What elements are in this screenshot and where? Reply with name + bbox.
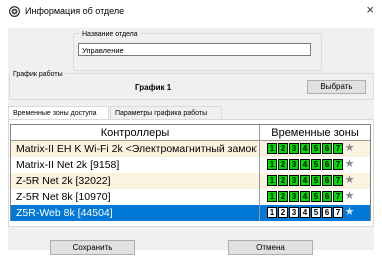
column-header-time-zones[interactable]: Временные зоны [259,125,370,141]
time-zone-2[interactable]: 2 [278,175,288,186]
column-header-controllers[interactable]: Контроллеры [11,125,259,141]
time-zone-6[interactable]: 6 [322,175,332,186]
controller-name: Z5R-Web 8k [44504] [16,207,113,219]
cell-divider [259,189,260,205]
time-zone-1[interactable]: 1 [267,191,277,202]
time-zone-2[interactable]: 2 [278,207,288,218]
controller-name: Z-5R Net 8k [10970] [16,191,111,203]
star-icon[interactable]: ★ [344,207,355,219]
time-zone-3[interactable]: 3 [289,175,299,186]
table-row[interactable]: Matrix-II EH K Wi-Fi 2k <Электромагнитны… [11,141,370,157]
controller-name: Matrix-II Net 2k [9158] [16,159,120,171]
time-zone-set: 1 2 3 4 5 6 7 ★ [267,207,355,219]
time-zone-2[interactable]: 2 [278,143,288,154]
time-zone-1[interactable]: 1 [267,207,277,218]
time-zone-4[interactable]: 4 [300,159,310,170]
star-icon[interactable]: ★ [344,143,355,155]
department-label: Название отдела [80,31,140,38]
time-zone-set: 1 2 3 4 5 6 7 ★ [267,143,355,155]
time-zone-7[interactable]: 7 [333,207,343,218]
time-zone-4[interactable]: 4 [300,207,310,218]
schedule-name: График 1 [135,83,172,92]
time-zone-6[interactable]: 6 [322,191,332,202]
time-zone-set: 1 2 3 4 5 6 7 ★ [267,159,355,171]
save-button[interactable]: Сохранить [50,240,135,255]
tab-schedule-parameters[interactable]: Параметры графика работы [110,106,222,119]
table-row[interactable]: Matrix-II Net 2k [9158] 1 2 3 4 5 6 7 ★ [11,157,370,173]
time-zone-1[interactable]: 1 [267,143,277,154]
time-zone-5[interactable]: 5 [311,143,321,154]
controller-name: Matrix-II EH K Wi-Fi 2k <Электромагнитны… [16,143,257,155]
time-zone-5[interactable]: 5 [311,207,321,218]
time-zone-2[interactable]: 2 [278,191,288,202]
time-zone-set: 1 2 3 4 5 6 7 ★ [267,175,355,187]
cell-divider [259,205,260,221]
schedule-label: График работы [11,71,65,78]
time-zone-1[interactable]: 1 [267,175,277,186]
time-zone-3[interactable]: 3 [289,191,299,202]
table-row[interactable]: Z5R-Web 8k [44504] 1 2 3 4 5 6 7 ★ [11,205,370,221]
tab-access-time-zones[interactable]: Временные зоны доступа [8,106,109,119]
time-zone-2[interactable]: 2 [278,159,288,170]
time-zone-set: 1 2 3 4 5 6 7 ★ [267,191,355,203]
time-zone-7[interactable]: 7 [333,159,343,170]
time-zone-3[interactable]: 3 [289,159,299,170]
time-zone-5[interactable]: 5 [311,175,321,186]
table-row[interactable]: Z-5R Net 8k [10970] 1 2 3 4 5 6 7 ★ [11,189,370,205]
time-zone-3[interactable]: 3 [289,143,299,154]
cell-divider [259,141,260,157]
controllers-table: Контроллеры Временные зоны Matrix-II EH … [10,124,371,221]
time-zone-7[interactable]: 7 [333,143,343,154]
time-zone-1[interactable]: 1 [267,159,277,170]
app-icon [9,6,20,17]
department-name-input[interactable]: Управление [78,43,311,56]
time-zone-6[interactable]: 6 [322,143,332,154]
time-zone-5[interactable]: 5 [311,191,321,202]
time-zone-4[interactable]: 4 [300,175,310,186]
time-zone-5[interactable]: 5 [311,159,321,170]
star-icon[interactable]: ★ [344,191,355,203]
time-zone-7[interactable]: 7 [333,175,343,186]
controller-name: Z-5R Net 2k [32022] [16,175,111,187]
time-zone-7[interactable]: 7 [333,191,343,202]
cell-divider [259,173,260,189]
cell-divider [259,157,260,173]
time-zone-6[interactable]: 6 [322,159,332,170]
window-title: Информация об отделе [25,6,125,16]
time-zone-3[interactable]: 3 [289,207,299,218]
close-button[interactable]: × [366,2,374,17]
star-icon[interactable]: ★ [344,175,355,187]
time-zone-6[interactable]: 6 [322,207,332,218]
time-zone-4[interactable]: 4 [300,191,310,202]
time-zone-4[interactable]: 4 [300,143,310,154]
cancel-button[interactable]: Отмена [228,240,313,255]
select-schedule-button[interactable]: Выбрать [307,80,366,94]
star-icon[interactable]: ★ [344,159,355,171]
table-row[interactable]: Z-5R Net 2k [32022] 1 2 3 4 5 6 7 ★ [11,173,370,189]
